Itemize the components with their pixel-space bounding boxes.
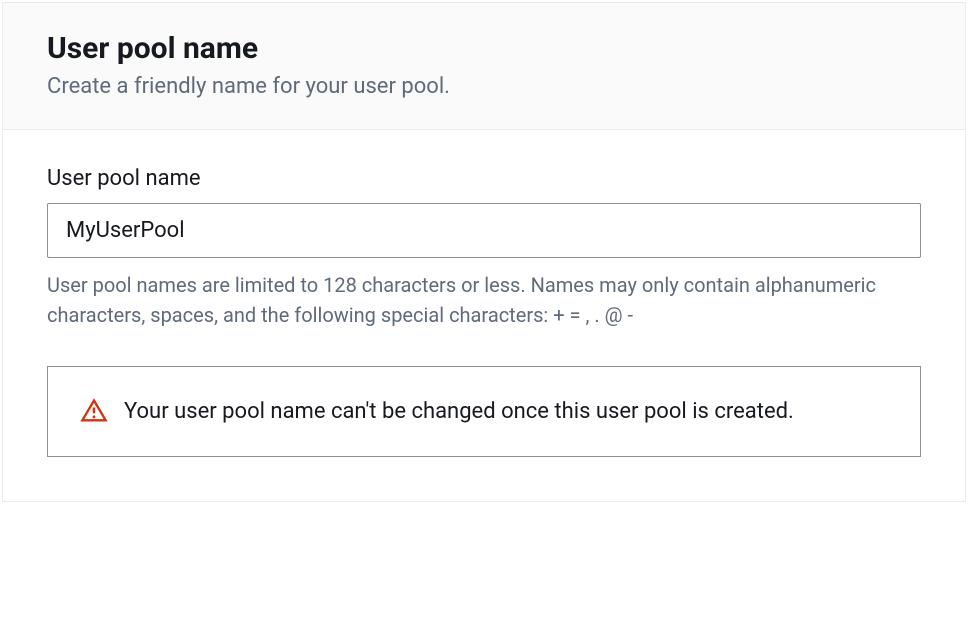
user-pool-name-label: User pool name	[47, 166, 921, 191]
user-pool-name-input[interactable]	[47, 203, 921, 258]
panel-body: User pool name User pool names are limit…	[3, 130, 965, 501]
panel-title: User pool name	[47, 31, 921, 66]
warning-icon	[80, 397, 108, 425]
user-pool-name-help: User pool names are limited to 128 chara…	[47, 270, 921, 330]
panel-header: User pool name Create a friendly name fo…	[3, 3, 965, 130]
user-pool-name-panel: User pool name Create a friendly name fo…	[2, 2, 966, 502]
warning-alert: Your user pool name can't be changed onc…	[47, 366, 921, 457]
panel-subtitle: Create a friendly name for your user poo…	[47, 74, 921, 99]
warning-alert-text: Your user pool name can't be changed onc…	[124, 395, 794, 428]
